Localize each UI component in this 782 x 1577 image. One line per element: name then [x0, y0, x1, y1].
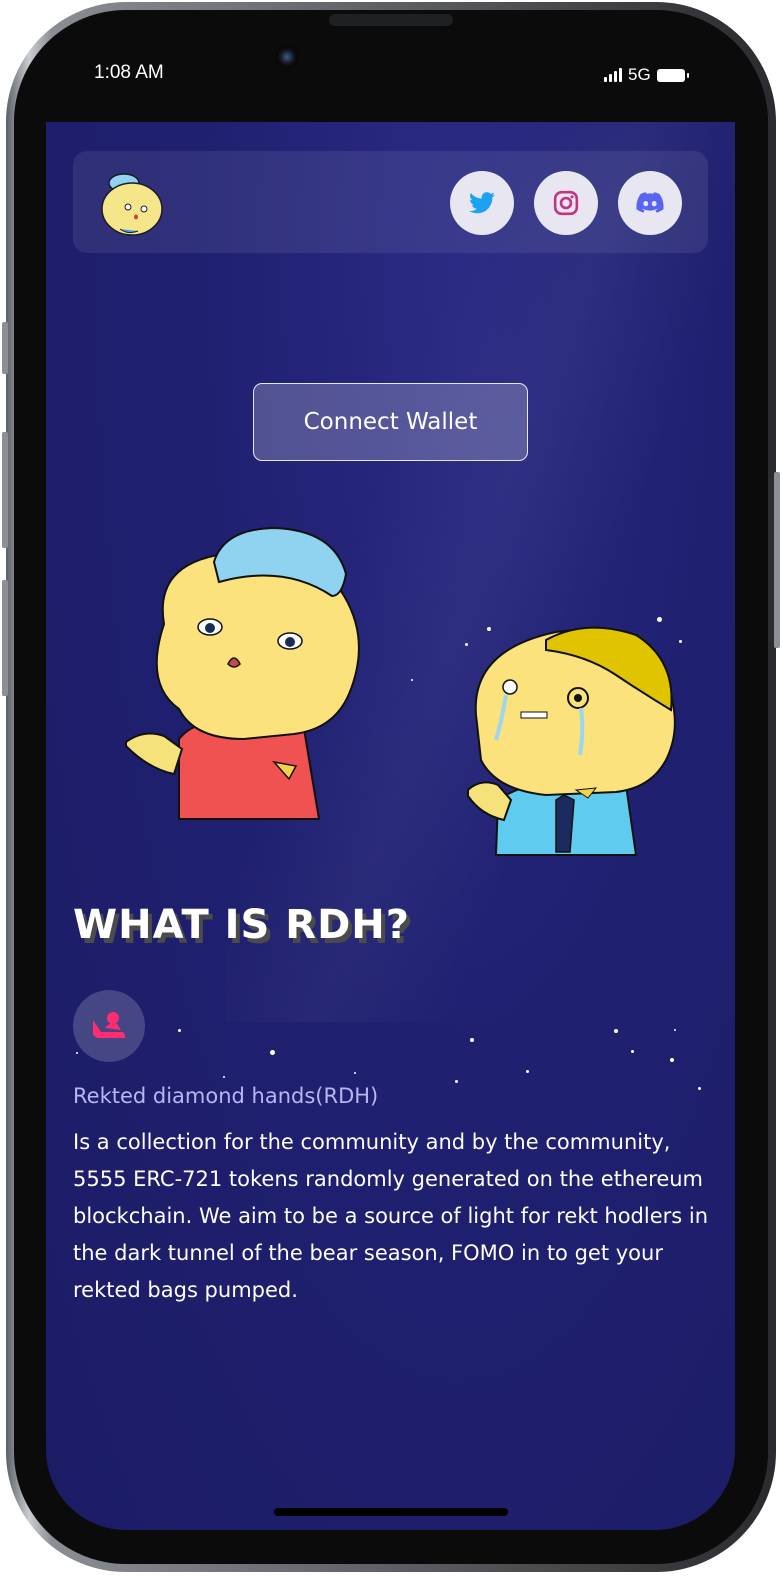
power-button — [774, 472, 780, 648]
person-reclining-icon — [93, 1012, 125, 1038]
twitter-icon — [469, 192, 495, 214]
character-right-illustration — [466, 620, 686, 864]
volume-up-button — [2, 432, 8, 548]
section-description: Is a collection for the community and by… — [73, 1130, 709, 1302]
status-time: 1:08 AM — [94, 62, 164, 83]
star — [679, 640, 682, 643]
top-nav — [73, 151, 708, 253]
star — [614, 1029, 618, 1033]
star — [470, 1038, 474, 1042]
instagram-icon — [553, 190, 579, 216]
star — [76, 1052, 78, 1054]
star — [178, 1029, 181, 1032]
star — [526, 1070, 529, 1073]
signal-icon — [604, 68, 622, 82]
app-screen: Connect Wallet WHAT IS RDH? Rekted diamo… — [46, 122, 735, 1530]
section-subtitle: Rekted diamond hands(RDH) — [73, 1084, 379, 1108]
star — [465, 643, 468, 646]
instagram-button[interactable] — [534, 171, 598, 235]
star — [411, 679, 413, 681]
star — [631, 1050, 634, 1053]
section-badge — [73, 990, 145, 1062]
twitter-button[interactable] — [450, 171, 514, 235]
mute-switch — [2, 322, 8, 374]
star — [657, 617, 662, 622]
volume-down-button — [2, 580, 8, 696]
character-left-illustration — [124, 524, 364, 828]
star — [223, 1076, 225, 1078]
star — [270, 1050, 275, 1055]
front-camera — [276, 46, 298, 68]
rdh-character-logo[interactable] — [100, 169, 166, 237]
status-indicators: 5G — [604, 65, 689, 84]
star — [670, 1058, 674, 1062]
battery-icon — [656, 68, 689, 82]
star — [354, 1072, 356, 1074]
section-heading: WHAT IS RDH? — [73, 902, 410, 948]
connect-wallet-button[interactable]: Connect Wallet — [253, 383, 528, 461]
discord-icon — [636, 192, 664, 213]
star — [698, 1087, 701, 1090]
star — [674, 1029, 676, 1031]
speaker-grill — [329, 14, 453, 26]
home-indicator — [274, 1508, 508, 1516]
star — [487, 627, 491, 631]
discord-button[interactable] — [618, 171, 682, 235]
network-type: 5G — [628, 65, 651, 84]
star — [455, 1080, 458, 1083]
